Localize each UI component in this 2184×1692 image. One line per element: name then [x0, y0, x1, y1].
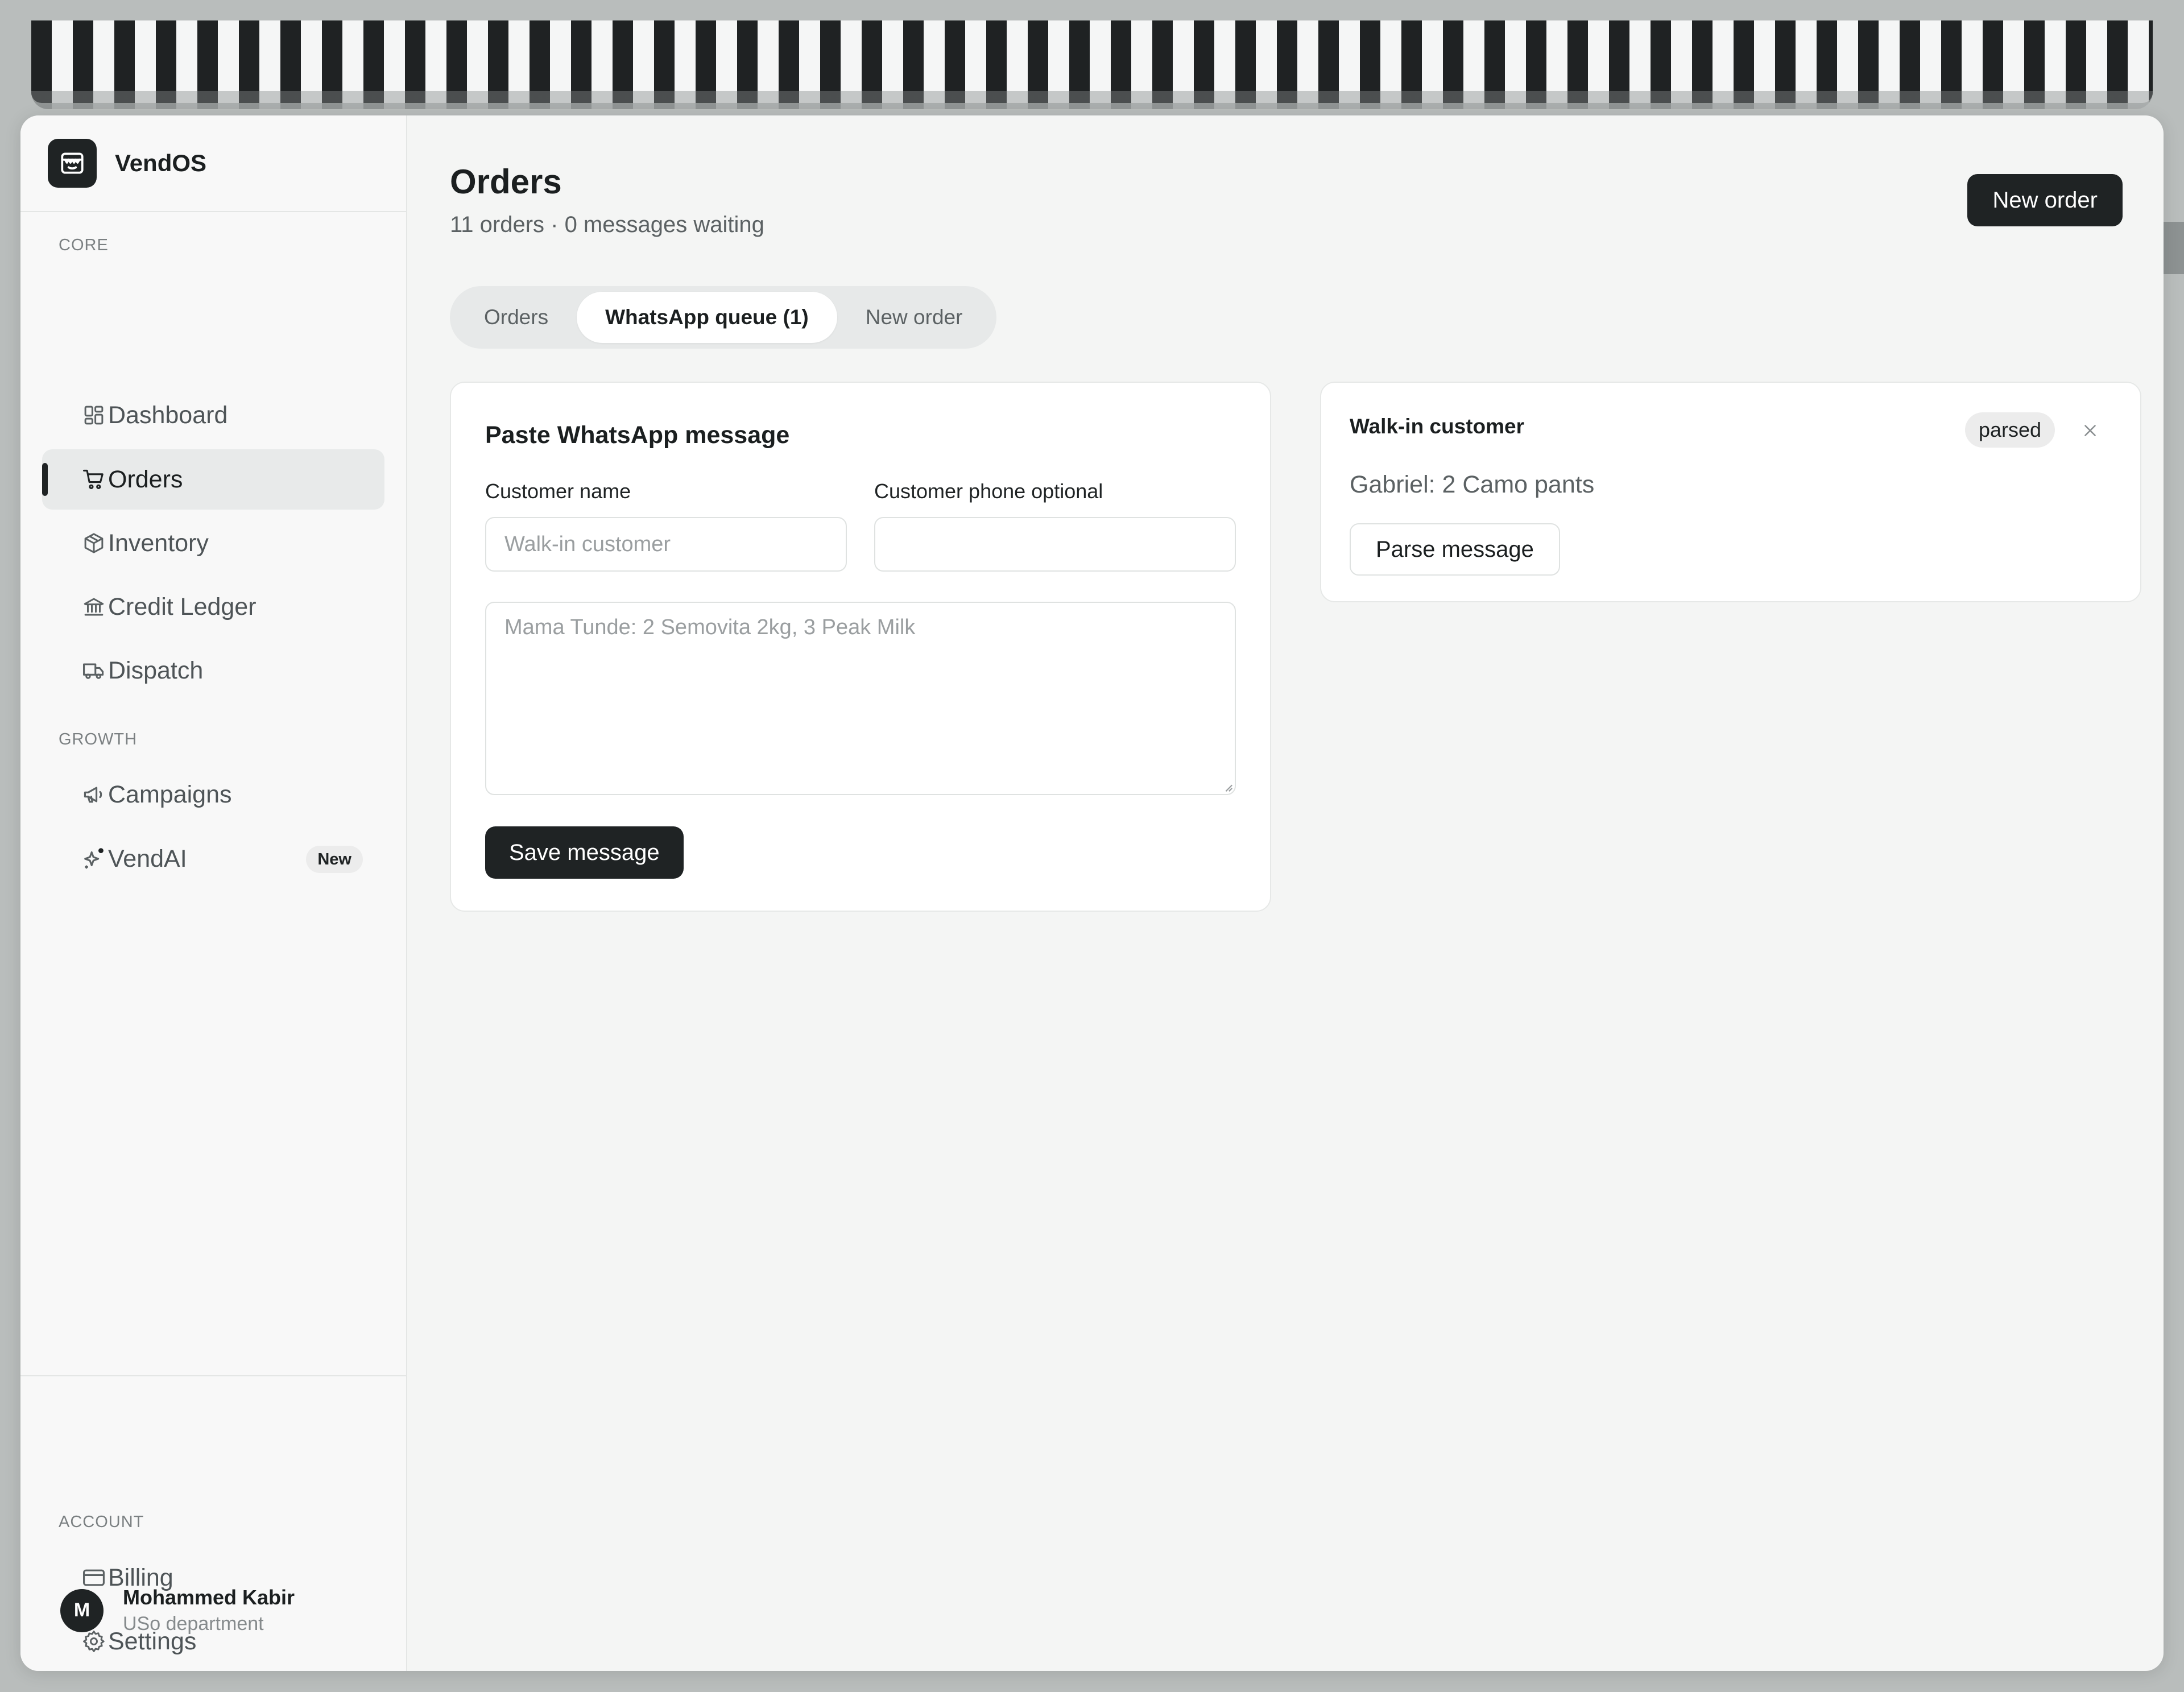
store-logo-icon [48, 139, 97, 188]
customer-phone-input[interactable] [874, 517, 1236, 572]
section-label-core: CORE [59, 236, 109, 254]
status-badge: parsed [1965, 412, 2055, 448]
section-label-account: ACCOUNT [59, 1513, 144, 1531]
queue-message-text: Gabriel: 2 Camo pants [1350, 471, 1595, 498]
profile-name: Mohammed Kabir [123, 1586, 295, 1609]
app-window: VendOS CORE Dashboard Orders Inventory C… [20, 115, 2164, 1671]
brand[interactable]: VendOS [20, 115, 406, 212]
tab-orders[interactable]: Orders [456, 292, 577, 343]
profile-department: USo department [123, 1613, 264, 1635]
queue-item-card: Walk-in customer parsed Gabriel: 2 Camo … [1320, 382, 2141, 602]
awning-shadow [31, 91, 2153, 109]
page-subtitle: 11 orders · 0 messages waiting [450, 212, 764, 237]
main-content: Orders 11 orders · 0 messages waiting Ne… [407, 115, 2164, 1671]
sidebar-item-label: VendAI [108, 845, 187, 872]
paste-message-card: Paste WhatsApp message Customer name Cus… [450, 382, 1271, 912]
card-title: Paste WhatsApp message [485, 421, 790, 449]
sidebar-item-label: Dispatch [108, 656, 204, 684]
sidebar-item-vendai[interactable]: VendAI New [42, 829, 384, 889]
bank-icon [81, 594, 107, 620]
section-label-growth: GROWTH [59, 730, 138, 748]
sidebar-item-dispatch[interactable]: Dispatch [42, 640, 384, 701]
sidebar-divider [20, 1375, 406, 1376]
new-order-button[interactable]: New order [1967, 174, 2123, 226]
background-scroll-sliver [2161, 222, 2184, 274]
sidebar-item-label: Campaigns [108, 780, 232, 808]
sidebar-item-label: Inventory [108, 529, 209, 557]
close-icon[interactable] [2078, 418, 2103, 443]
sidebar-item-orders[interactable]: Orders [42, 449, 384, 510]
avatar: M [60, 1588, 104, 1632]
customer-name-label: Customer name [485, 479, 631, 503]
tab-whatsapp-queue[interactable]: WhatsApp queue (1) [577, 292, 837, 343]
tab-bar: Orders WhatsApp queue (1) New order [450, 286, 997, 349]
parse-message-button[interactable]: Parse message [1350, 523, 1560, 576]
megaphone-icon [81, 781, 107, 808]
brand-name: VendOS [115, 150, 207, 176]
customer-phone-label: Customer phone optional [874, 479, 1103, 503]
sidebar-item-campaigns[interactable]: Campaigns [42, 764, 384, 825]
sidebar-item-dashboard[interactable]: Dashboard [42, 385, 384, 445]
sidebar-item-credit-ledger[interactable]: Credit Ledger [42, 577, 384, 637]
message-textarea[interactable] [485, 602, 1236, 795]
customer-name-input[interactable] [485, 517, 847, 572]
resize-handle-icon[interactable] [1223, 782, 1233, 792]
sparkle-icon [81, 846, 107, 872]
sidebar-item-label: Orders [108, 465, 183, 493]
sidebar-item-label: Dashboard [108, 401, 228, 429]
sidebar-item-inventory[interactable]: Inventory [42, 513, 384, 573]
tab-new-order[interactable]: New order [837, 292, 991, 343]
save-message-button[interactable]: Save message [485, 826, 684, 879]
user-profile[interactable]: M Mohammed Kabir USo department [60, 1586, 295, 1635]
sidebar-item-label: Credit Ledger [108, 593, 257, 620]
truck-icon [81, 657, 107, 684]
new-badge: New [306, 846, 363, 873]
box-icon [81, 530, 107, 556]
cart-icon [81, 466, 107, 493]
queue-customer-name: Walk-in customer [1350, 415, 1525, 438]
dashboard-icon [81, 402, 107, 428]
page-title: Orders [450, 163, 562, 201]
sidebar: VendOS CORE Dashboard Orders Inventory C… [20, 115, 407, 1671]
